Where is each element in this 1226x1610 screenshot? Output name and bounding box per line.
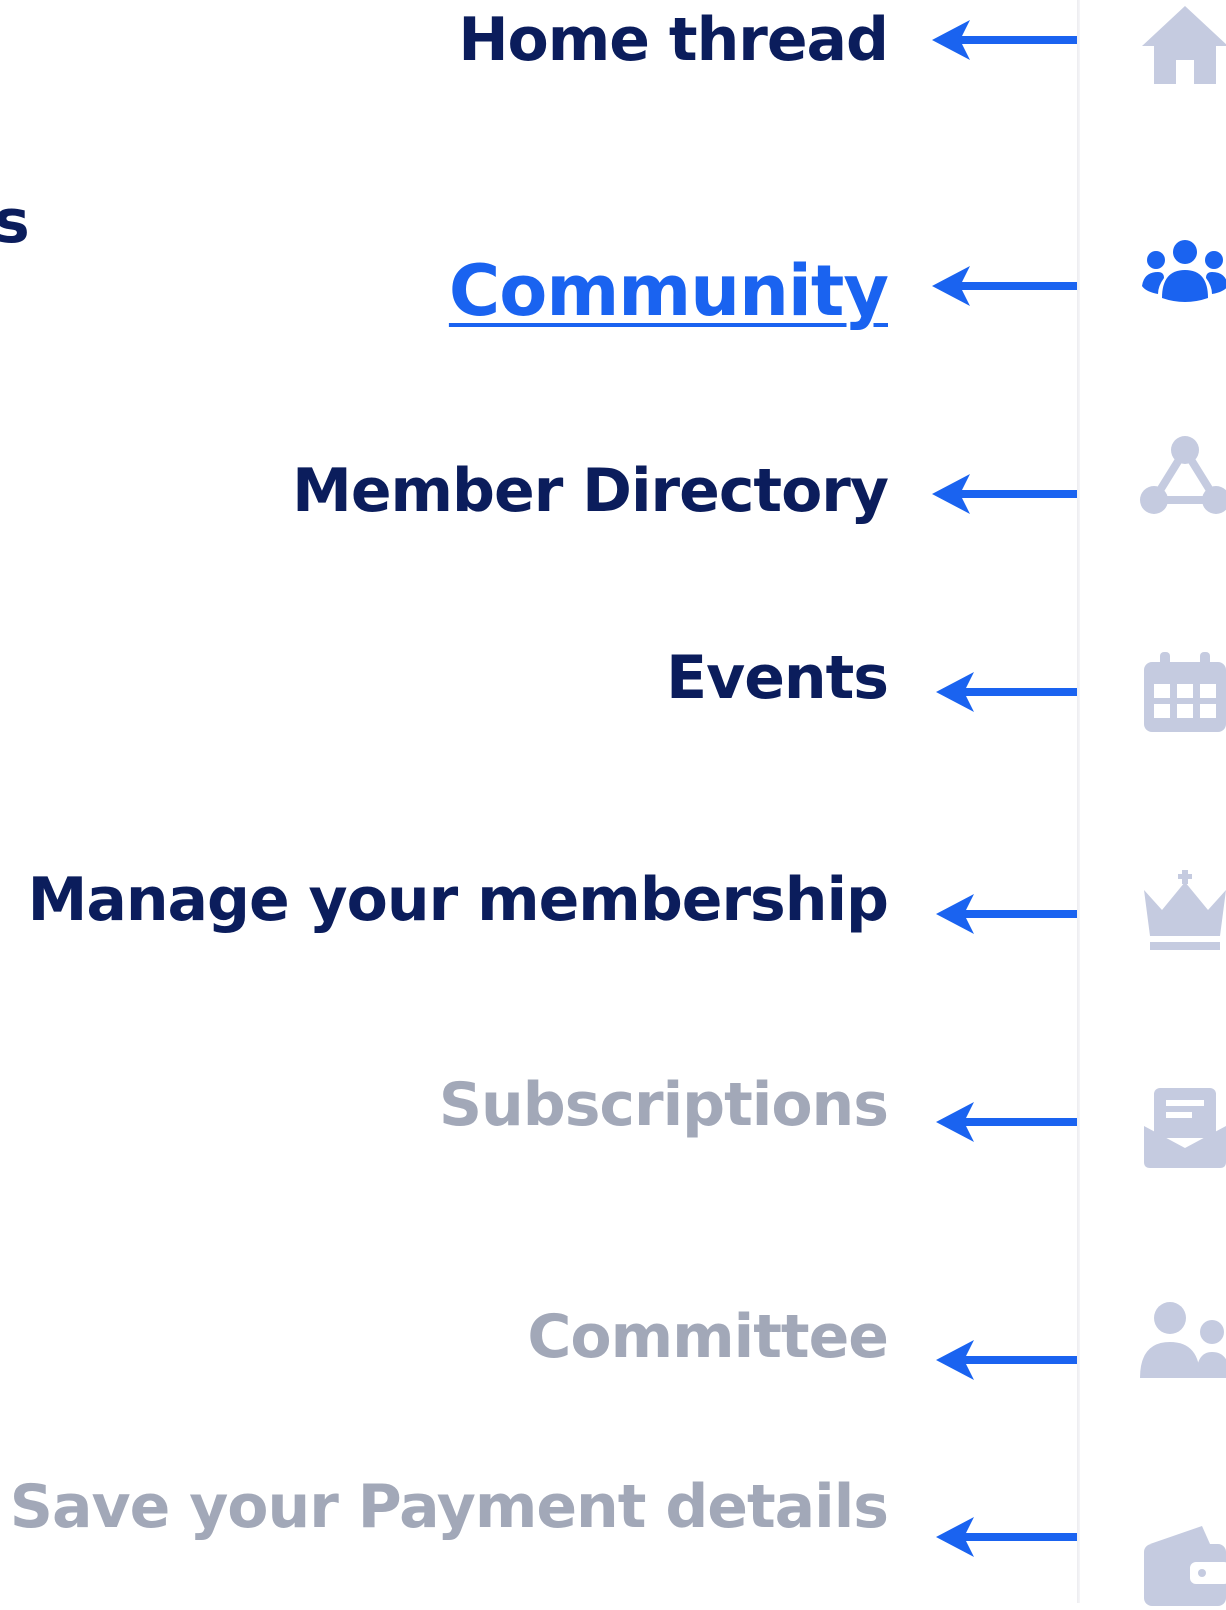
home-icon[interactable]	[1140, 2, 1226, 92]
arrow-save-payment-details	[936, 1517, 1098, 1557]
committee-icon[interactable]	[1140, 1298, 1226, 1388]
wallet-icon[interactable]	[1140, 1520, 1226, 1610]
arrow-events	[936, 672, 1098, 712]
nav-label-events[interactable]: Events	[666, 648, 889, 708]
nav-label-community[interactable]: Community	[449, 256, 889, 326]
directory-icon[interactable]	[1140, 436, 1226, 526]
community-icon[interactable]	[1140, 234, 1226, 324]
arrow-home-thread	[932, 20, 1098, 60]
nav-label-home-thread[interactable]: Home thread	[458, 10, 889, 70]
arrow-subscriptions	[936, 1102, 1098, 1142]
arrow-member-directory	[932, 474, 1098, 514]
cut-off-text: s	[0, 187, 30, 257]
nav-label-subscriptions[interactable]: Subscriptions	[439, 1075, 889, 1135]
arrow-committee	[936, 1340, 1098, 1380]
nav-label-committee[interactable]: Committee	[527, 1307, 889, 1367]
nav-label-manage-membership[interactable]: Manage your membership	[28, 870, 889, 930]
subscriptions-icon[interactable]	[1140, 1086, 1226, 1176]
nav-label-member-directory[interactable]: Member Directory	[292, 461, 889, 521]
nav-label-save-payment-details[interactable]: Save your Payment details	[10, 1477, 889, 1537]
calendar-icon[interactable]	[1140, 650, 1226, 740]
arrow-community	[932, 266, 1098, 306]
arrow-manage-membership	[936, 894, 1098, 934]
crown-icon[interactable]	[1140, 870, 1226, 960]
